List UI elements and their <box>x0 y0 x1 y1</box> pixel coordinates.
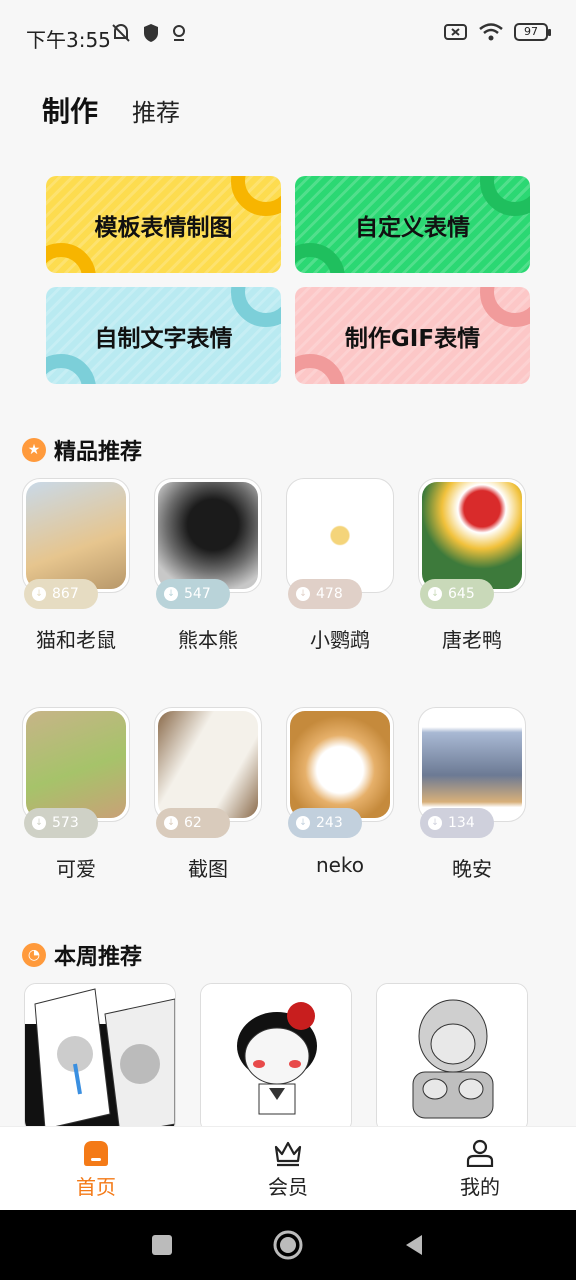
featured-row-1: ↓ 867 猫和老鼠 ↓ 547 熊本熊 ↓ 478 小鹦鹉 ↓ 645 唐老鸭 <box>22 478 552 652</box>
download-icon: ↓ <box>164 587 178 601</box>
clock-icon: ◔ <box>22 943 46 967</box>
sim-x-icon <box>444 24 467 40</box>
meme-man-image <box>377 984 527 1132</box>
card-custom-meme[interactable]: 自定义表情 <box>295 176 530 273</box>
featured-header: ★ 精品推荐 <box>22 434 142 466</box>
featured-thumb <box>22 707 130 822</box>
weekly-header: ◔ 本周推荐 <box>22 939 142 971</box>
featured-item[interactable]: ↓ 478 小鹦鹉 <box>286 478 394 652</box>
wifi-icon <box>479 23 503 41</box>
download-icon: ↓ <box>164 816 178 830</box>
featured-thumb <box>418 707 526 822</box>
nav-home[interactable]: 首页 <box>0 1127 192 1210</box>
featured-item[interactable]: ↓ 62 截图 <box>154 707 262 881</box>
weekly-card[interactable] <box>24 983 176 1133</box>
featured-row-2: ↓ 573 可爱 ↓ 62 截图 ↓ 243 neko ↓ 134 晚安 <box>22 707 552 881</box>
tab-recommend[interactable]: 推荐 <box>132 93 180 130</box>
meme-girl-image <box>201 984 351 1132</box>
home-icon <box>84 1141 108 1166</box>
download-icon: ↓ <box>32 587 46 601</box>
tab-make[interactable]: 制作 <box>42 90 112 132</box>
featured-item[interactable]: ↓ 867 猫和老鼠 <box>22 478 130 652</box>
user-icon <box>466 1139 494 1167</box>
card-text-meme[interactable]: 自制文字表情 <box>46 287 281 384</box>
top-tabs: 制作 推荐 <box>42 86 180 132</box>
featured-thumb <box>418 478 526 593</box>
card-template-meme[interactable]: 模板表情制图 <box>46 176 281 273</box>
home-button-icon[interactable] <box>273 1230 303 1260</box>
system-nav-bar <box>0 1210 576 1280</box>
back-icon[interactable] <box>402 1233 426 1257</box>
nav-profile[interactable]: 我的 <box>384 1127 576 1210</box>
card-gif-meme[interactable]: 制作GIF表情 <box>295 287 530 384</box>
download-icon: ↓ <box>32 816 46 830</box>
status-bar: 下午3:55 97 <box>0 0 576 72</box>
star-icon: ★ <box>22 438 46 462</box>
location-icon <box>173 25 185 41</box>
featured-thumb <box>286 707 394 822</box>
featured-item[interactable]: ↓ 243 neko <box>286 707 394 877</box>
featured-thumb <box>22 478 130 593</box>
mute-bell-icon <box>112 24 130 42</box>
download-icon: ↓ <box>296 816 310 830</box>
featured-thumb <box>154 707 262 822</box>
weekly-row <box>24 983 528 1133</box>
crown-icon <box>274 1141 302 1167</box>
featured-item[interactable]: ↓ 573 可爱 <box>22 707 130 881</box>
featured-item[interactable]: ↓ 134 晚安 <box>418 707 526 881</box>
download-icon: ↓ <box>428 816 442 830</box>
make-cards: 模板表情制图 自定义表情 自制文字表情 制作GIF表情 <box>46 176 530 384</box>
status-time: 下午3:55 <box>26 28 111 52</box>
download-icon: ↓ <box>296 587 310 601</box>
nav-vip[interactable]: 会员 <box>192 1127 384 1210</box>
featured-thumb <box>154 478 262 593</box>
battery-indicator: 97 <box>514 23 551 41</box>
meme-face-image <box>25 984 175 1132</box>
recent-apps-icon[interactable] <box>150 1233 174 1257</box>
featured-item[interactable]: ↓ 645 唐老鸭 <box>418 478 526 652</box>
featured-item[interactable]: ↓ 547 熊本熊 <box>154 478 262 652</box>
weekly-card[interactable] <box>376 983 528 1133</box>
featured-thumb <box>286 478 394 593</box>
download-icon: ↓ <box>428 587 442 601</box>
bottom-nav: 首页 会员 我的 <box>0 1126 576 1210</box>
weekly-card[interactable] <box>200 983 352 1133</box>
shield-icon <box>144 24 158 42</box>
